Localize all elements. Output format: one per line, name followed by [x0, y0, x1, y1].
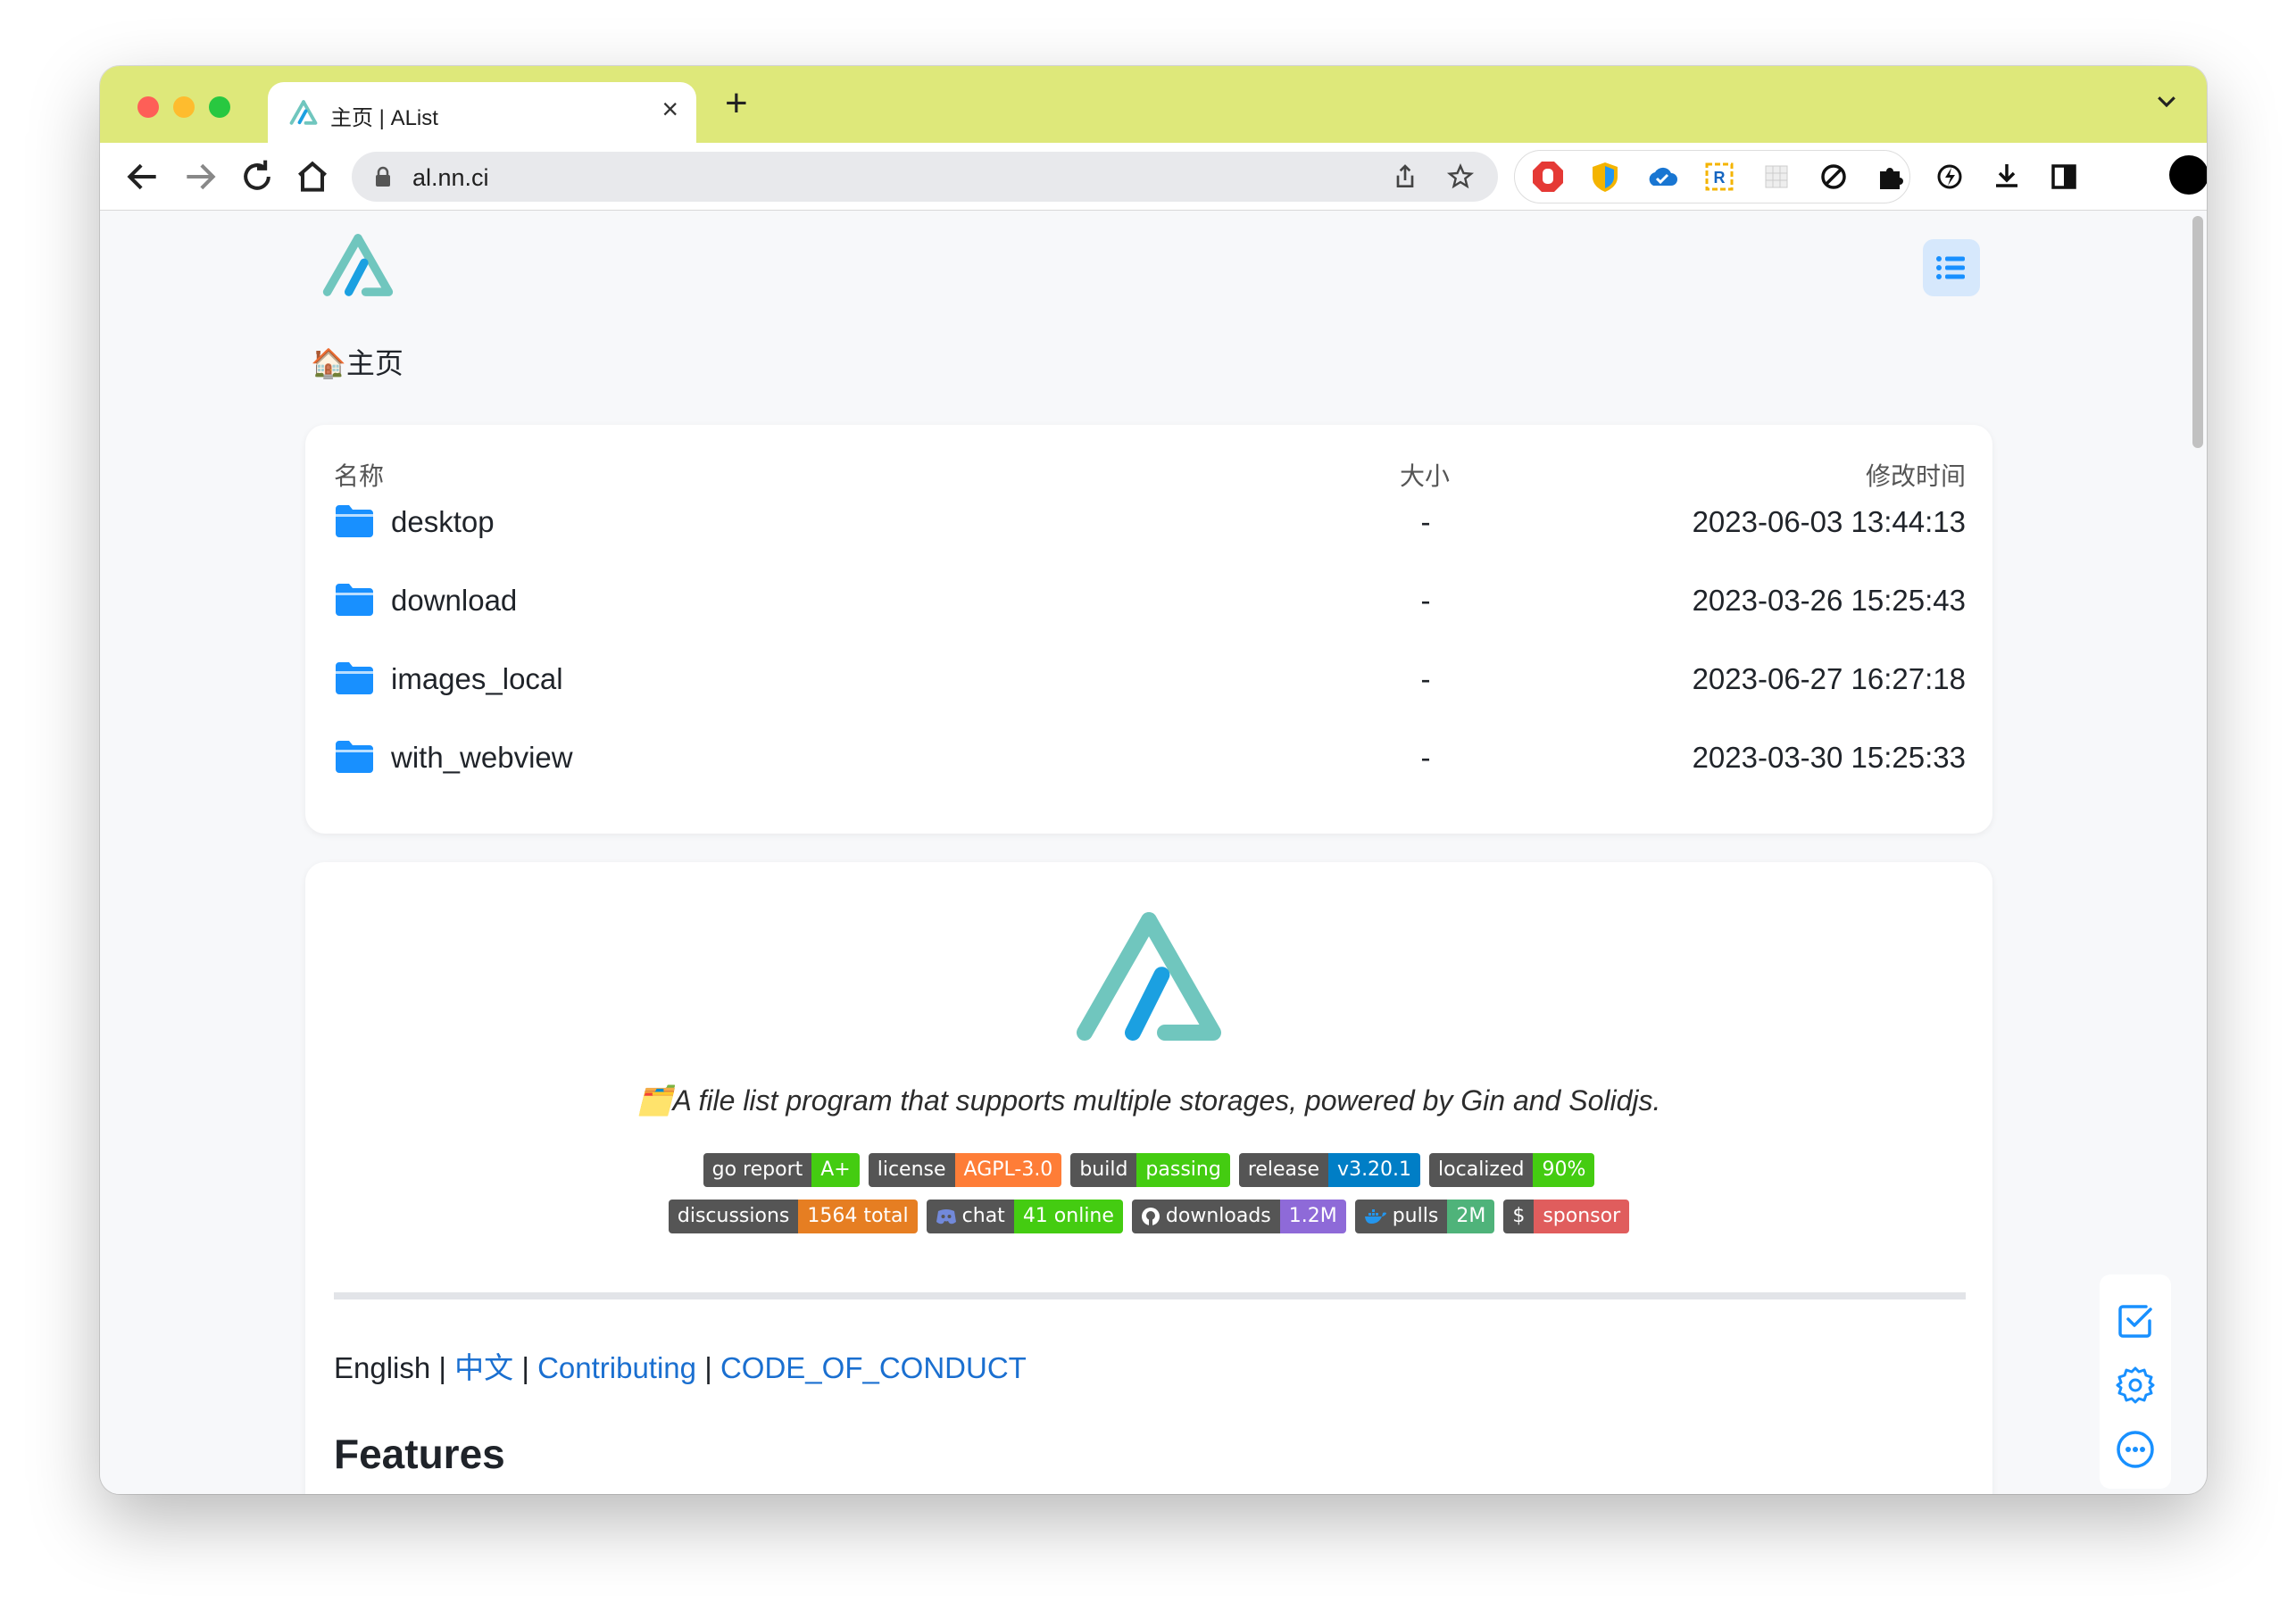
code-of-conduct-link[interactable]: CODE_OF_CONDUCT: [720, 1351, 1027, 1384]
checkbox-icon[interactable]: [2114, 1299, 2157, 1342]
chinese-link[interactable]: 中文: [454, 1351, 513, 1384]
badge-license[interactable]: license AGPL-3.0: [868, 1153, 1062, 1187]
side-panel-icon[interactable]: [2046, 159, 2082, 195]
new-tab-button[interactable]: +: [725, 84, 748, 123]
badge-row-2: discussions 1564 total chat 41 online down…: [305, 1200, 1992, 1233]
back-arrow-icon[interactable]: [123, 157, 162, 196]
file-size: -: [1420, 584, 1431, 617]
badge-localized[interactable]: localized 90%: [1429, 1153, 1595, 1187]
file-row[interactable]: download - 2023-03-26 15:25:43: [305, 562, 1992, 641]
folder-icon: [336, 505, 373, 537]
badge-pulls[interactable]: pulls 2M: [1354, 1200, 1495, 1233]
docker-icon: [1364, 1209, 1386, 1224]
readme-panel: 🗂️A file list program that supports mult…: [305, 862, 1992, 1494]
list-icon: [1936, 256, 1965, 279]
file-row[interactable]: images_local - 2023-06-27 16:27:18: [305, 641, 1992, 719]
puzzle-extension-icon[interactable]: [1873, 159, 1909, 195]
reload-icon[interactable]: [237, 157, 277, 196]
cloud-extension-icon[interactable]: [1644, 159, 1680, 195]
side-toolbar: [2100, 1274, 2171, 1489]
github-icon: [1141, 1208, 1160, 1225]
grid-extension-icon[interactable]: [1759, 159, 1794, 195]
page-content: 🏠主页 名称 大小 修改时间 desktop - 2023-06-03 13:4…: [100, 211, 2207, 1494]
badge-release[interactable]: release v3.20.1: [1238, 1153, 1421, 1187]
badge-sponsor[interactable]: $ sponsor: [1503, 1200, 1630, 1233]
svg-text:R: R: [1714, 169, 1726, 187]
file-name[interactable]: download: [391, 584, 517, 618]
badge-discussions[interactable]: discussions 1564 total: [668, 1200, 918, 1233]
file-modified: 2023-03-26 15:25:43: [1692, 584, 1966, 617]
minimize-window-button[interactable]: [173, 96, 195, 118]
shield-extension-icon[interactable]: [1587, 159, 1623, 195]
language-links: English | 中文 | Contributing | CODE_OF_CO…: [334, 1344, 1027, 1387]
breadcrumb[interactable]: 🏠主页: [311, 341, 403, 382]
badge-go-report[interactable]: go report A+: [703, 1153, 860, 1187]
readme-tagline: 🗂️A file list program that supports mult…: [636, 1084, 1661, 1117]
file-size: -: [1420, 741, 1431, 774]
toc-menu-button[interactable]: [1923, 239, 1980, 296]
home-icon[interactable]: [293, 157, 332, 196]
more-options-icon[interactable]: [2114, 1428, 2157, 1471]
tab-close-icon[interactable]: ×: [661, 93, 678, 126]
performance-icon[interactable]: [1932, 159, 1967, 195]
folder-icon: [336, 741, 373, 773]
badge-build[interactable]: build passing: [1070, 1153, 1230, 1187]
tab-active[interactable]: 主页 | AList ×: [268, 82, 696, 143]
gear-icon[interactable]: [2114, 1364, 2157, 1407]
close-window-button[interactable]: [137, 96, 159, 118]
file-size: -: [1420, 662, 1431, 695]
download-icon[interactable]: [1989, 159, 2025, 195]
file-modified: 2023-03-30 15:25:33: [1692, 741, 1966, 774]
file-name[interactable]: images_local: [391, 662, 563, 696]
badge-downloads[interactable]: downloads 1.2M: [1131, 1200, 1346, 1233]
maximize-window-button[interactable]: [209, 96, 230, 118]
tab-title: 主页 | AList: [330, 106, 438, 130]
block-extension-icon[interactable]: [1816, 159, 1851, 195]
browser-window: 主页 | AList × + al.nn.ci R 🏠主页 名称 大小 修改时间…: [100, 66, 2207, 1494]
forward-arrow-icon[interactable]: [180, 157, 220, 196]
tab-bar: 主页 | AList × +: [100, 66, 2207, 143]
badge-chat[interactable]: chat 41 online: [926, 1200, 1123, 1233]
separator: |: [704, 1351, 712, 1384]
file-list: 名称 大小 修改时间 desktop - 2023-06-03 13:44:13…: [305, 425, 1992, 834]
file-row[interactable]: desktop - 2023-06-03 13:44:13: [305, 484, 1992, 562]
bookmark-star-icon[interactable]: [1446, 162, 1475, 191]
alist-favicon-icon: [289, 100, 318, 125]
folder-icon: [336, 584, 373, 616]
profile-avatar[interactable]: [2169, 155, 2207, 195]
address-bar[interactable]: al.nn.ci: [352, 152, 1498, 202]
file-modified: 2023-06-27 16:27:18: [1692, 662, 1966, 695]
adblock-extension-icon[interactable]: [1530, 159, 1566, 195]
alist-logo-large: [1077, 912, 1221, 1041]
share-icon[interactable]: [1391, 162, 1419, 191]
lock-icon: [376, 166, 390, 187]
url-text: al.nn.ci: [412, 164, 489, 191]
file-name[interactable]: desktop: [391, 505, 495, 539]
browser-toolbar: al.nn.ci R: [100, 143, 2207, 211]
file-modified: 2023-06-03 13:44:13: [1692, 505, 1966, 538]
file-row[interactable]: with_webview - 2023-03-30 15:25:33: [305, 719, 1992, 798]
r-extension-icon[interactable]: R: [1701, 159, 1737, 195]
scrollbar-thumb[interactable]: [2192, 216, 2203, 448]
badge-row-1: go report A+ license AGPL-3.0 build passing…: [305, 1153, 1992, 1187]
separator: |: [521, 1351, 529, 1384]
contributing-link[interactable]: Contributing: [537, 1351, 696, 1384]
file-size: -: [1420, 505, 1431, 538]
discord-icon: [936, 1209, 956, 1225]
divider: [334, 1292, 1966, 1299]
english-label: English: [334, 1351, 431, 1384]
features-heading: Features: [334, 1431, 505, 1477]
separator: |: [438, 1351, 446, 1384]
file-name[interactable]: with_webview: [391, 741, 573, 775]
folder-icon: [336, 662, 373, 694]
tab-search-chevron-icon[interactable]: [2153, 87, 2180, 114]
alist-logo[interactable]: [320, 232, 396, 298]
